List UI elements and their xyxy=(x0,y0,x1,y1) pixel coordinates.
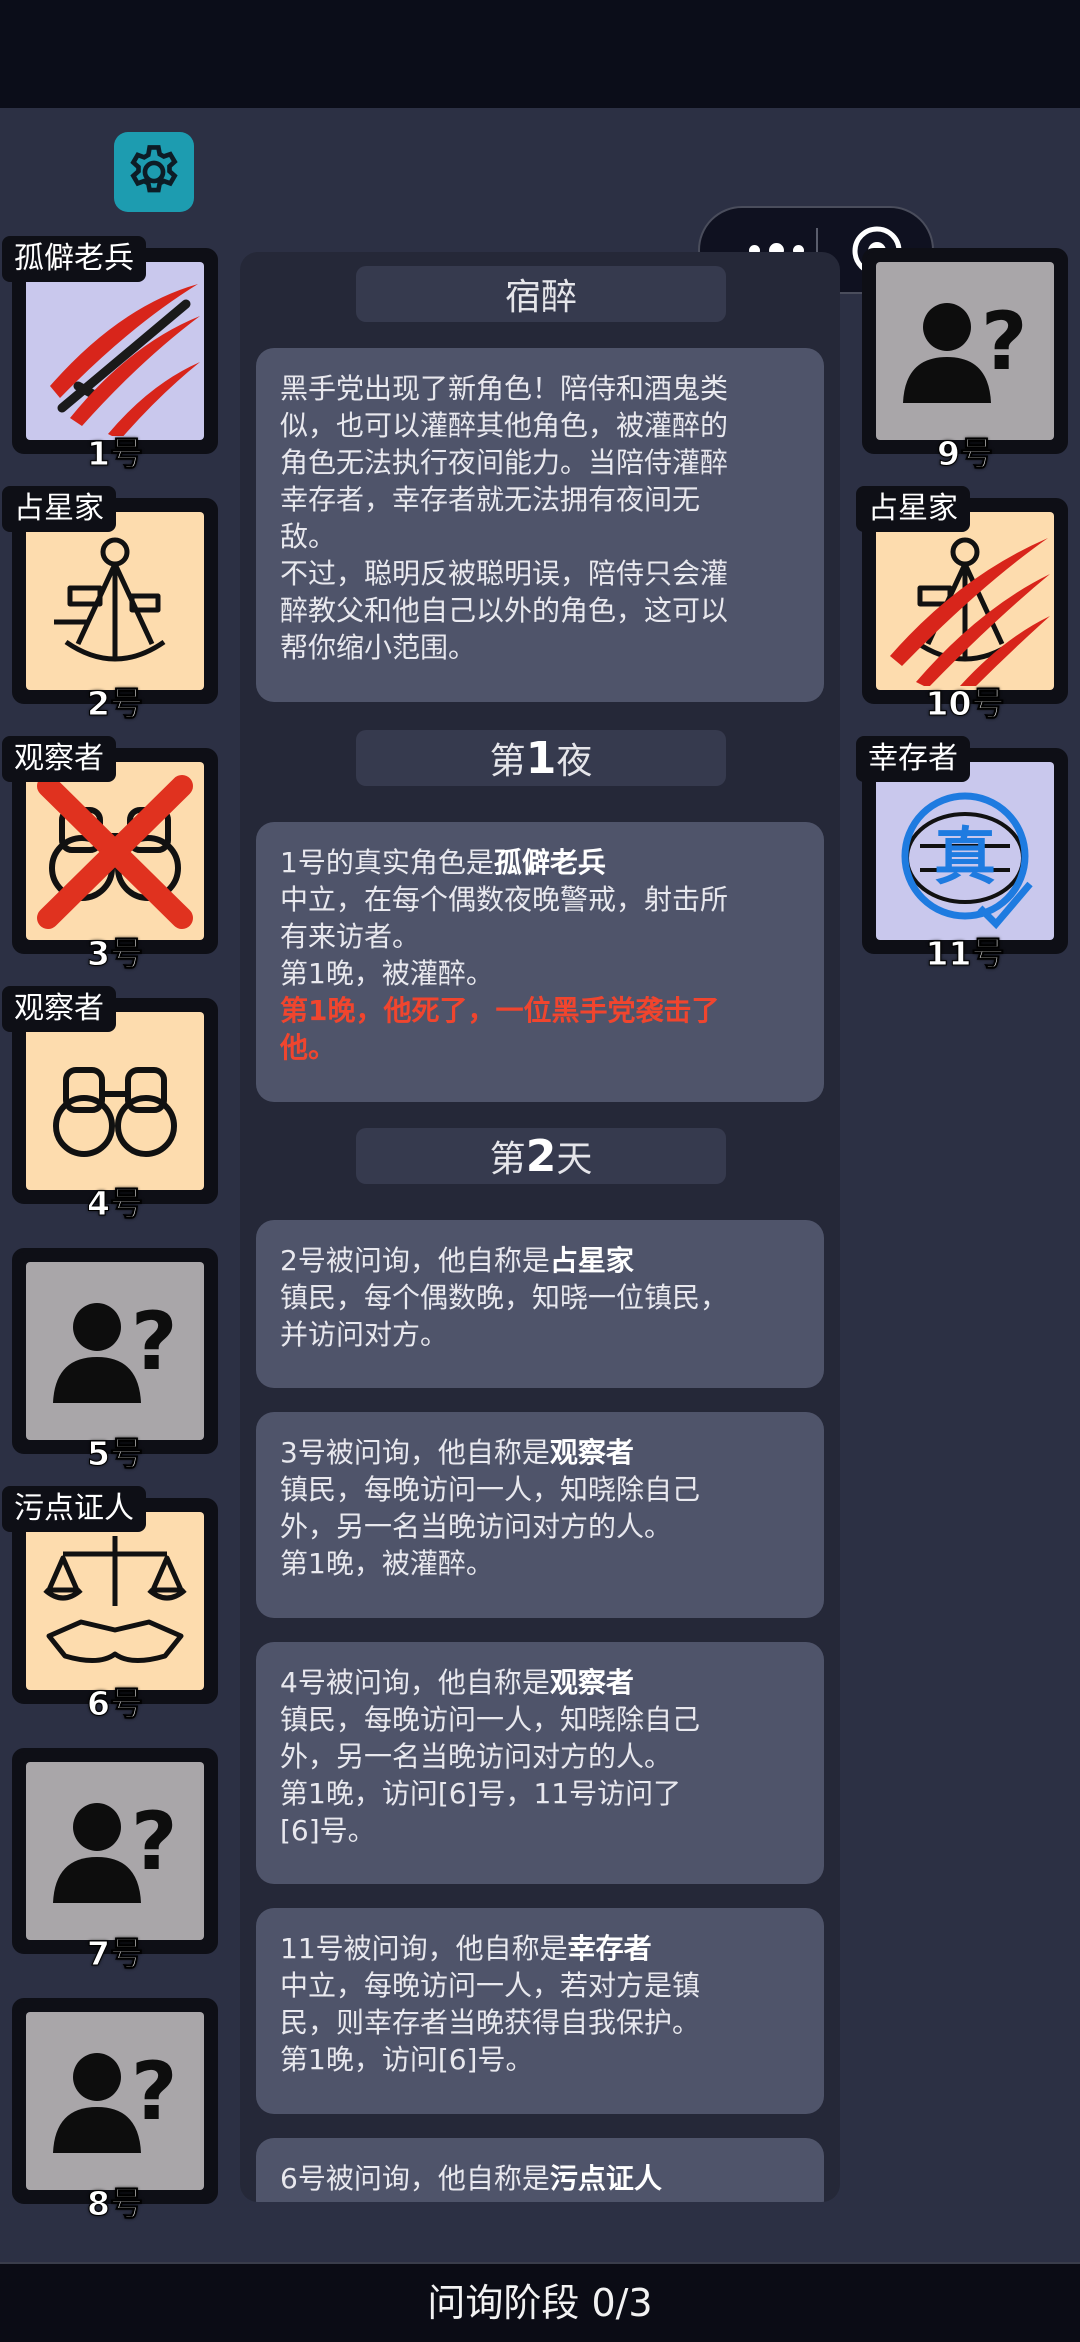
status-bar xyxy=(0,0,1080,108)
unknown-person-icon: ? xyxy=(53,1295,177,1403)
binoculars-icon xyxy=(53,1067,177,1157)
verified-stamp: 真 xyxy=(934,820,996,893)
card-face: 真 xyxy=(876,762,1054,940)
card-face xyxy=(26,762,204,940)
player-number: 11号 xyxy=(925,934,1005,974)
phase-status: 问询阶段 0/3 xyxy=(0,2262,1080,2342)
message-card: 1号的真实角色是孤僻老兵 中立，在每个偶数夜晚警戒，射击所 有来访者。 第1晚，… xyxy=(256,822,824,1102)
sextant-icon xyxy=(890,537,1050,686)
card-face: ? xyxy=(876,262,1054,440)
role-tag: 幸存者 xyxy=(856,736,970,782)
card-face xyxy=(26,262,204,440)
svg-text:?: ? xyxy=(981,295,1027,388)
section-header-day-2: 第2天 xyxy=(356,1128,726,1184)
card-face: ? xyxy=(26,1762,204,1940)
player-number: 9号 xyxy=(937,434,994,474)
binoculars-icon xyxy=(37,775,193,929)
card-face: ? xyxy=(26,2012,204,2190)
card-face xyxy=(876,512,1054,690)
rifle-icon xyxy=(50,284,200,436)
card-face xyxy=(26,512,204,690)
unknown-person-icon: ? xyxy=(53,2045,177,2153)
section-header-night-1: 第1夜 xyxy=(356,730,726,786)
settings-button[interactable] xyxy=(114,132,194,212)
player-number: 7号 xyxy=(87,1934,144,1974)
role-tag: 观察者 xyxy=(2,736,116,782)
player-number: 6号 xyxy=(87,1684,144,1724)
role-tag: 占星家 xyxy=(2,486,116,532)
unknown-person-icon: ? xyxy=(903,295,1027,403)
gear-icon xyxy=(130,145,178,193)
card-face xyxy=(26,1512,204,1690)
message-card: 黑手党出现了新角色！陪侍和酒鬼类 似，也可以灌醉其他角色，被灌醉的 角色无法执行… xyxy=(256,348,824,702)
scales-handshake-icon xyxy=(43,1536,187,1663)
turtle-shield-icon: 真 xyxy=(901,792,1033,930)
sextant-icon xyxy=(54,537,166,662)
message-card: 11号被问询，他自称是幸存者 中立，每晚访问一人，若对方是镇 民，则幸存者当晚获… xyxy=(256,1908,824,2114)
role-tag: 孤僻老兵 xyxy=(2,236,146,282)
role-tag: 污点证人 xyxy=(2,1486,146,1532)
player-card-8[interactable]: ? 8号 xyxy=(12,1998,218,2224)
player-number: 5号 xyxy=(87,1434,144,1474)
section-header: 宿醉 xyxy=(356,266,726,322)
player-number: 3号 xyxy=(87,934,144,974)
message-card: 6号被问询，他自称是污点证人 xyxy=(256,2138,824,2202)
player-card-5[interactable]: ? 5号 xyxy=(12,1248,218,1474)
player-card-9[interactable]: ? 9号 xyxy=(862,248,1068,474)
svg-text:?: ? xyxy=(131,1795,177,1888)
svg-text:?: ? xyxy=(131,2045,177,2138)
player-number: 2号 xyxy=(87,684,144,724)
player-number: 8号 xyxy=(87,2184,144,2224)
message-card: 4号被问询，他自称是观察者 镇民，每晚访问一人，知晓除自己 外，另一名当晚访问对… xyxy=(256,1642,824,1884)
unknown-person-icon: ? xyxy=(53,1795,177,1903)
player-number: 4号 xyxy=(87,1184,144,1224)
card-face xyxy=(26,1012,204,1190)
card-face: ? xyxy=(26,1262,204,1440)
svg-text:?: ? xyxy=(131,1295,177,1388)
player-number: 10号 xyxy=(925,684,1005,724)
player-number: 1号 xyxy=(87,434,144,474)
message-card: 3号被问询，他自称是观察者 镇民，每晚访问一人，知晓除自己 外，另一名当晚访问对… xyxy=(256,1412,824,1618)
role-tag: 观察者 xyxy=(2,986,116,1032)
message-card: 2号被问询，他自称是占星家 镇民，每个偶数晚，知晓一位镇民， 并访问对方。 xyxy=(256,1220,824,1388)
event-log[interactable]: 宿醉 黑手党出现了新角色！陪侍和酒鬼类 似，也可以灌醉其他角色，被灌醉的 角色无… xyxy=(240,252,840,2202)
player-card-7[interactable]: ? 7号 xyxy=(12,1748,218,1974)
role-tag: 占星家 xyxy=(856,486,970,532)
